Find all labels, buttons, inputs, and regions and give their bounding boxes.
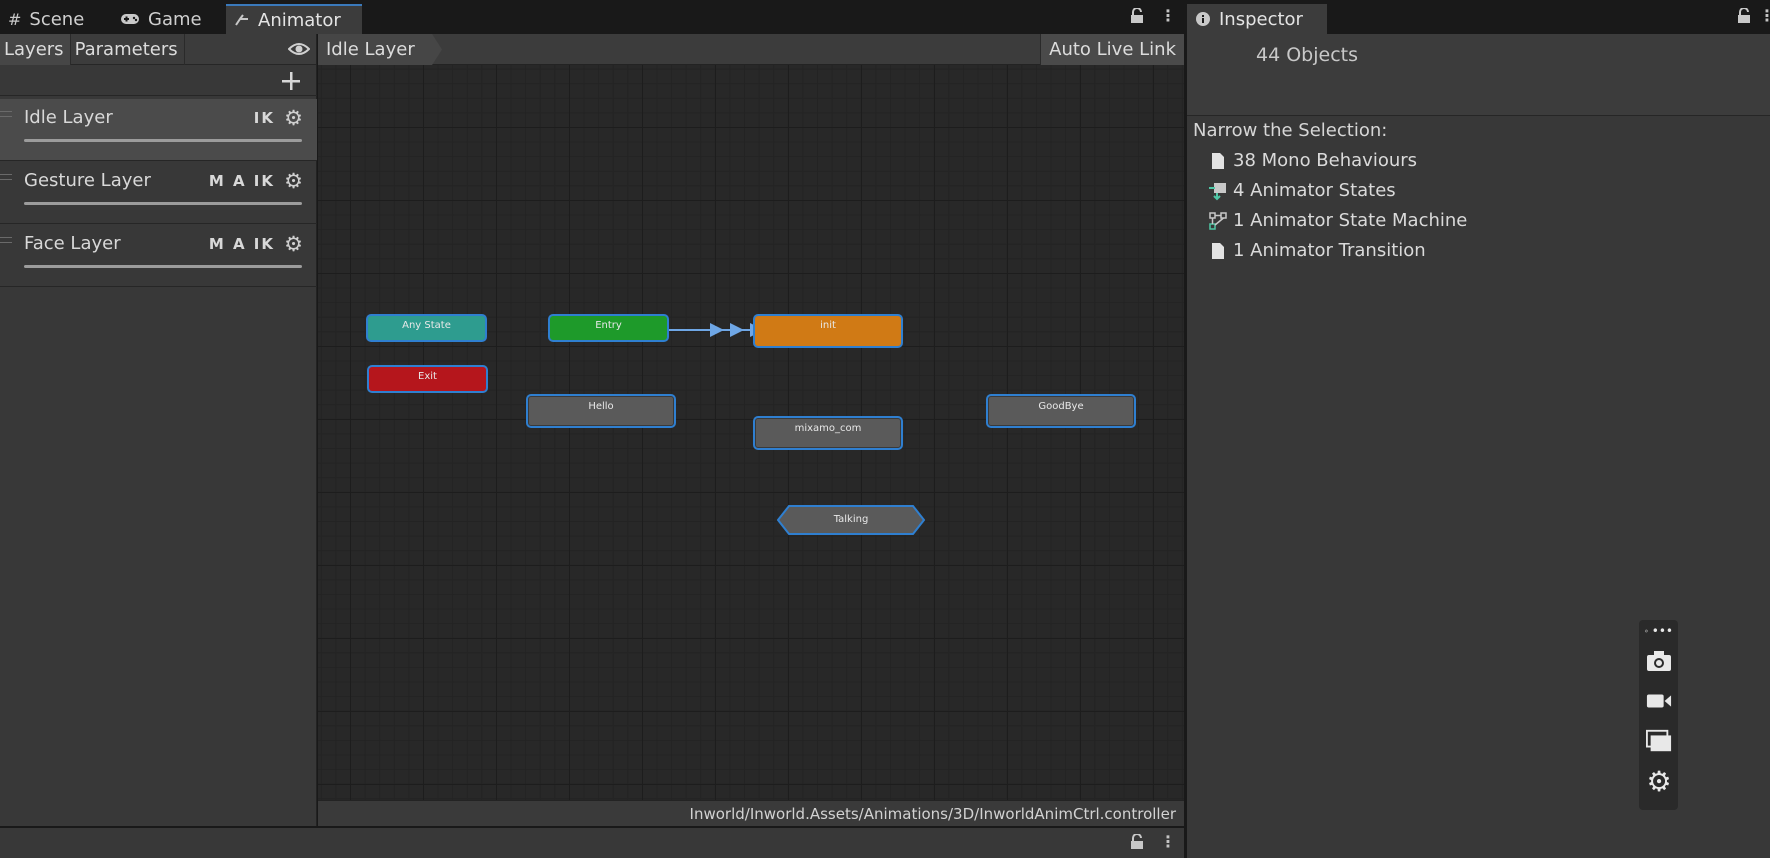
screenshot-camera-icon[interactable] bbox=[1646, 648, 1672, 674]
state-label: Talking bbox=[833, 514, 869, 525]
layer-name: Gesture Layer bbox=[24, 170, 151, 191]
state-label: Hello bbox=[588, 401, 614, 412]
layer-name: Face Layer bbox=[24, 233, 121, 254]
animator-icon bbox=[234, 13, 250, 27]
kebab-menu-icon[interactable]: ⋮ bbox=[1160, 6, 1176, 25]
layer-weight-slider[interactable] bbox=[24, 139, 302, 142]
divider bbox=[0, 95, 317, 96]
info-icon bbox=[1195, 11, 1211, 27]
editor-tabbar: # Scene Game Animator ⋮ bbox=[0, 0, 1184, 34]
drag-handle[interactable] bbox=[0, 111, 12, 117]
inspector-panel: 44 Objects Narrow the Selection: 38 Mono… bbox=[1187, 34, 1770, 858]
lock-icon[interactable] bbox=[1130, 7, 1144, 28]
state-label: Entry bbox=[595, 320, 622, 331]
bottom-lock-icon[interactable] bbox=[1130, 833, 1144, 854]
overlay-toolbar: ••• ⚙ bbox=[1639, 620, 1678, 810]
tab-game[interactable]: Game bbox=[112, 4, 222, 34]
gear-icon[interactable]: ⚙ bbox=[284, 106, 303, 130]
eye-icon[interactable] bbox=[287, 41, 311, 61]
gallery-icon[interactable] bbox=[1646, 728, 1672, 754]
inspector-header: 44 Objects bbox=[1187, 34, 1770, 116]
state-any-state[interactable]: Any State bbox=[368, 316, 485, 340]
state-machine-talking[interactable]: Talking bbox=[777, 505, 925, 535]
gear-icon[interactable]: ⚙ bbox=[284, 232, 303, 256]
object-count: 44 Objects bbox=[1256, 44, 1358, 66]
state-label: GoodBye bbox=[1038, 401, 1084, 412]
document-icon bbox=[1207, 242, 1229, 260]
state-hello[interactable]: Hello bbox=[528, 396, 674, 426]
drag-handle[interactable] bbox=[0, 237, 12, 243]
selection-animator-state-machine[interactable]: 1 Animator State Machine bbox=[1207, 210, 1467, 231]
state-label: mixamo_com bbox=[794, 423, 862, 434]
selection-label: 1 Animator Transition bbox=[1233, 240, 1426, 261]
layer-item-gesture[interactable]: Gesture Layer M A IK ⚙ bbox=[0, 162, 317, 224]
state-label: Any State bbox=[402, 320, 451, 331]
selection-animator-transition[interactable]: 1 Animator Transition bbox=[1207, 240, 1426, 261]
selection-label: 1 Animator State Machine bbox=[1233, 210, 1468, 231]
tab-game-label: Game bbox=[148, 8, 202, 30]
state-goodbye[interactable]: GoodBye bbox=[988, 396, 1134, 426]
inspector-kebab-icon[interactable]: ⋮ bbox=[1759, 6, 1770, 25]
layer-item-face[interactable]: Face Layer M A IK ⚙ bbox=[0, 225, 317, 287]
layers-panel: Layers Parameters Idle Layer IK ⚙ Gestur… bbox=[0, 34, 317, 826]
narrow-selection-label: Narrow the Selection: bbox=[1193, 120, 1388, 141]
selection-label: 38 Mono Behaviours bbox=[1233, 150, 1418, 171]
layer-name: Idle Layer bbox=[24, 107, 113, 128]
layer-weight-slider[interactable] bbox=[24, 202, 302, 205]
layers-subtabs: Layers Parameters bbox=[0, 34, 316, 65]
layer-flags: M A IK bbox=[208, 235, 275, 253]
state-label: init bbox=[820, 320, 836, 331]
link-icon[interactable] bbox=[1645, 625, 1648, 637]
add-layer-button[interactable] bbox=[280, 70, 302, 92]
tab-scene-label: Scene bbox=[29, 8, 85, 30]
settings-gear-icon[interactable]: ⚙ bbox=[1646, 765, 1672, 798]
breadcrumb-idle-layer[interactable]: Idle Layer bbox=[318, 34, 442, 65]
layer-item-idle[interactable]: Idle Layer IK ⚙ bbox=[0, 99, 317, 161]
gamepad-icon bbox=[120, 12, 140, 26]
gear-icon[interactable]: ⚙ bbox=[284, 169, 303, 193]
tab-inspector-label: Inspector bbox=[1219, 8, 1303, 30]
tab-inspector[interactable]: Inspector bbox=[1187, 4, 1327, 34]
layer-flags: IK bbox=[253, 109, 275, 127]
more-icon[interactable]: ••• bbox=[1652, 625, 1673, 637]
animator-state-icon bbox=[1207, 181, 1229, 201]
state-machine-icon bbox=[1207, 211, 1229, 231]
overlay-toolbar-header: ••• bbox=[1645, 624, 1673, 638]
auto-live-link-button[interactable]: Auto Live Link bbox=[1040, 34, 1184, 65]
layer-weight-slider[interactable] bbox=[24, 265, 302, 268]
drag-handle[interactable] bbox=[0, 174, 12, 180]
layer-flags: M A IK bbox=[208, 172, 275, 190]
tab-animator[interactable]: Animator bbox=[226, 4, 362, 34]
tab-animator-label: Animator bbox=[258, 9, 341, 31]
breadcrumb-bar: Idle Layer Auto Live Link bbox=[318, 34, 1184, 65]
document-icon bbox=[1207, 152, 1229, 170]
bottom-kebab-icon[interactable]: ⋮ bbox=[1160, 832, 1176, 851]
state-exit[interactable]: Exit bbox=[369, 367, 486, 391]
inspector-tabbar: Inspector ⋮ bbox=[1187, 0, 1770, 34]
state-entry[interactable]: Entry bbox=[550, 316, 667, 340]
selection-label: 4 Animator States bbox=[1233, 180, 1396, 201]
record-video-icon[interactable] bbox=[1646, 688, 1672, 714]
subtab-parameters[interactable]: Parameters bbox=[71, 34, 185, 65]
state-mixamo-com[interactable]: mixamo_com bbox=[755, 418, 901, 448]
state-init[interactable]: init bbox=[755, 316, 901, 346]
subtab-layers[interactable]: Layers bbox=[0, 34, 71, 65]
bottom-panel-bar: ⋮ bbox=[0, 826, 1184, 858]
animator-graph[interactable]: Idle Layer Auto Live Link Any State Entr… bbox=[318, 34, 1184, 826]
controller-path: Inworld/Inworld.Assets/Animations/3D/Inw… bbox=[318, 800, 1184, 826]
inspector-lock-icon[interactable] bbox=[1737, 7, 1751, 28]
grid-icon: # bbox=[8, 9, 22, 29]
selection-animator-states[interactable]: 4 Animator States bbox=[1207, 180, 1396, 201]
selection-mono-behaviours[interactable]: 38 Mono Behaviours bbox=[1207, 150, 1417, 171]
tab-scene[interactable]: # Scene bbox=[0, 4, 110, 34]
state-label: Exit bbox=[418, 371, 437, 382]
